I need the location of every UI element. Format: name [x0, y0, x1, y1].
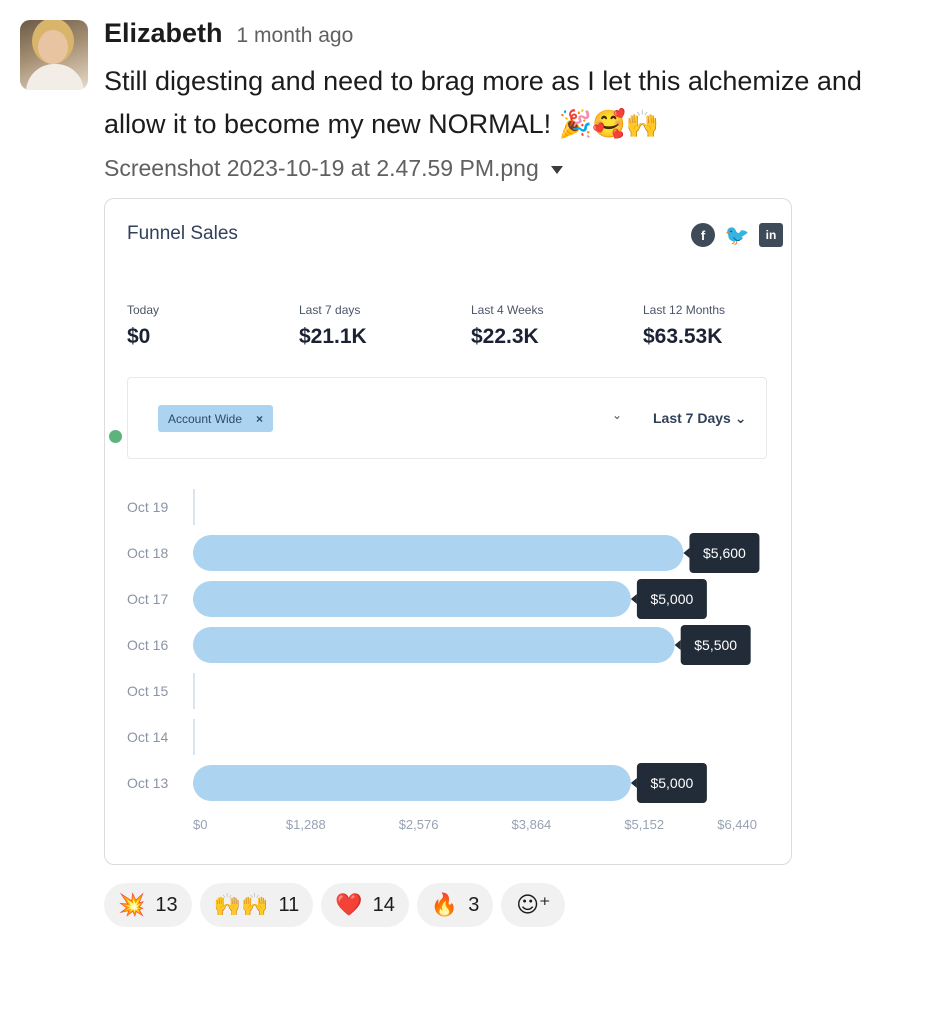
x-tick-label: $3,864 — [512, 817, 552, 832]
reaction-count: 14 — [372, 893, 395, 916]
attachment-name[interactable]: Screenshot 2023-10-19 at 2.47.59 PM.png — [104, 155, 539, 182]
chevron-down-icon: ⌄ — [612, 408, 623, 422]
stat-last-4-weeks: Last 4 Weeks $22.3K — [471, 303, 543, 349]
chevron-down-icon: ⌄ — [734, 410, 747, 426]
x-tick-label: $5,152 — [624, 817, 664, 832]
category-label: Oct 13 — [127, 775, 168, 791]
raised-hands-icon: 🙌🙌 — [213, 892, 269, 918]
x-tick-label: $2,576 — [399, 817, 439, 832]
bar — [193, 765, 631, 801]
bar — [193, 627, 675, 663]
chart-svg: Oct 19 Oct 18 $5,600 Oct 17 $5,000 Oct 16 $5,5… — [127, 489, 760, 832]
category-label: Oct 19 — [127, 499, 168, 515]
widget-title: Funnel Sales — [127, 223, 238, 244]
stat-value: $22.3K — [471, 325, 539, 348]
category-label: Oct 14 — [127, 729, 168, 745]
stat-value: $21.1K — [299, 325, 367, 348]
chevron-down-icon[interactable] — [550, 165, 563, 174]
social-icons: f 🐦 in — [691, 223, 783, 247]
data-label-pointer — [674, 640, 681, 650]
reaction-count: 3 — [468, 893, 480, 916]
stat-label: Last 4 Weeks — [471, 303, 544, 317]
data-label-pointer — [683, 548, 690, 558]
date-range-select: Last 7 Days ⌄ — [653, 410, 746, 427]
data-label: $5,000 — [650, 591, 693, 607]
account-wide-tag: Account Wide × — [158, 405, 274, 432]
fire-icon: 🔥 — [430, 892, 459, 918]
twitter-icon: 🐦 — [724, 224, 750, 247]
reaction-collision[interactable]: 💥 13 — [104, 883, 192, 927]
reaction-fire[interactable]: 🔥 3 — [416, 883, 494, 927]
message-body: Still digesting and need to brag more as… — [104, 66, 862, 139]
bar — [193, 581, 631, 617]
reaction-count: 11 — [278, 893, 300, 916]
stat-label: Today — [127, 303, 160, 317]
message-text: Still digesting and need to brag more as… — [104, 60, 884, 146]
x-tick-label: $0 — [193, 817, 207, 832]
reaction-count: 13 — [155, 893, 178, 916]
category-label: Oct 15 — [127, 683, 168, 699]
heart-icon: ❤️ — [335, 892, 363, 918]
x-tick-label: $1,288 — [286, 817, 326, 832]
data-label: $5,500 — [694, 637, 737, 653]
add-reaction-button[interactable]: ☺⁺ — [501, 883, 566, 927]
attachment-image[interactable]: Funnel Sales f 🐦 in Today $0 Last 7 days… — [104, 198, 792, 865]
bar — [193, 535, 684, 571]
close-icon: × — [256, 411, 264, 426]
message-header: Elizabeth 1 month ago — [104, 18, 353, 49]
data-label: $5,000 — [650, 775, 693, 791]
linkedin-icon: in — [759, 223, 783, 247]
stat-last-12-months: Last 12 Months $63.53K — [643, 303, 725, 349]
stat-label: Last 12 Months — [643, 303, 726, 317]
avatar[interactable] — [20, 20, 88, 90]
add-reaction-icon: ☺⁺ — [516, 892, 551, 918]
message-emojis: 🎉🥰🙌 — [558, 109, 660, 140]
stat-today: Today $0 — [127, 303, 159, 349]
reaction-raised-hands[interactable]: 🙌🙌 11 — [199, 883, 314, 927]
bar — [193, 673, 195, 709]
category-label: Oct 18 — [127, 545, 168, 561]
attachment-filename[interactable]: Screenshot 2023-10-19 at 2.47.59 PM.png — [104, 155, 563, 182]
facebook-icon: f — [691, 223, 715, 247]
stat-value: $63.53K — [643, 325, 723, 348]
date-range-label: Last 7 Days — [653, 410, 731, 426]
funnel-sales-chart: Oct 19 Oct 18 $5,600 Oct 17 $5,000 Oct 16 $5,5… — [105, 479, 791, 849]
data-label: $5,600 — [703, 545, 746, 561]
author-name[interactable]: Elizabeth — [104, 18, 223, 49]
stat-last-7-days: Last 7 days $21.1K — [299, 303, 367, 349]
collision-icon: 💥 — [118, 892, 146, 918]
x-tick-label: $6,440 — [717, 817, 757, 832]
stat-value: $0 — [127, 325, 151, 348]
status-dot — [109, 430, 122, 443]
message-timestamp[interactable]: 1 month ago — [237, 24, 354, 48]
data-label-pointer — [630, 594, 637, 604]
category-label: Oct 17 — [127, 591, 168, 607]
data-label-pointer — [630, 778, 637, 788]
filter-box: Account Wide × ⌄ Last 7 Days ⌄ — [127, 377, 767, 459]
reaction-heart[interactable]: ❤️ 14 — [321, 883, 409, 927]
reactions-bar: 💥 13 🙌🙌 11 ❤️ 14 🔥 3 ☺⁺ — [104, 883, 566, 927]
bar — [193, 719, 195, 755]
tag-label: Account Wide — [168, 411, 243, 426]
category-label: Oct 16 — [127, 637, 168, 653]
stat-label: Last 7 days — [299, 303, 361, 317]
bar — [193, 489, 195, 525]
message: Elizabeth 1 month ago Still digesting an… — [0, 0, 926, 1024]
